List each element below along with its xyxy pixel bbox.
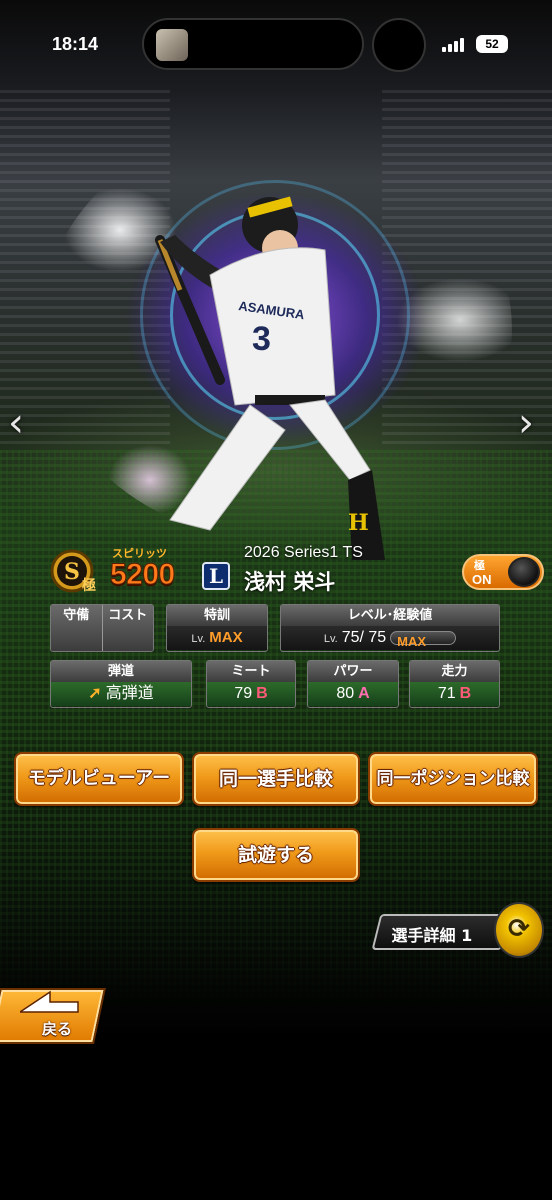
meet-label: ミート [207,661,295,682]
kiwami-state: ON [472,572,492,587]
training-lv: Lv. [191,633,206,645]
exp-value: MAX [397,633,427,649]
speed-stat: 走力 71 B [409,660,500,708]
rank-suffix: 極 [82,577,96,594]
training-value: MAX [209,629,243,646]
same-player-compare-button[interactable]: 同一選手比較 [192,752,360,806]
model-viewer-button[interactable]: モデルビューアー [14,752,184,806]
kiwami-label: 極 [474,559,485,572]
level-label: レベル･経験値 [281,605,499,626]
back-label: 戻る [42,1020,73,1038]
rank-letter: S [64,559,80,585]
power-value: 80 [336,685,355,702]
level-value: 75/ 75 [341,629,387,646]
training-stat: 特訓 Lv. MAX [166,604,268,652]
level-lv: Lv. [323,633,338,645]
dynamic-island [142,18,364,70]
level-stat: レベル･経験値 Lv. 75/ 75 MAX [280,604,500,652]
power-stat: パワー 80 A [307,660,399,708]
island-thumbnail [156,29,188,61]
speed-label: 走力 [410,661,499,682]
meet-grade: B [256,685,268,702]
swap-detail-button[interactable]: ⟳ [494,902,544,958]
training-label: 特訓 [167,605,267,626]
svg-text:3: 3 [252,320,271,358]
defense-label: 守備 [63,608,90,623]
try-out-button[interactable]: 試遊する [192,828,360,882]
meet-value: 79 [234,685,253,702]
player-name: 浅村 栄斗 [244,570,336,594]
defense-value: 二B [51,651,102,652]
back-arrow-icon [20,990,79,1013]
player-detail-label: 選手詳細 1 [391,926,473,945]
player-detail-tab[interactable]: 選手詳細 1 [371,914,511,950]
series-label: 2026 Series1 TS [244,544,363,561]
team-logo: L [202,562,230,590]
cost-value: 38 [102,651,154,652]
toggle-knob [508,557,540,587]
exp-bar: MAX [390,630,457,649]
status-time: 18:14 [52,34,99,54]
power-label: パワー [308,661,398,682]
player-figure: ASAMURA 3 H [155,196,385,560]
speed-value: 71 [437,685,456,702]
kiwami-toggle[interactable]: 極 ON [462,554,544,590]
island-camera [372,18,426,72]
speed-grade: B [459,685,472,702]
signal-icon [442,38,468,52]
meet-stat: ミート 79 B [206,660,296,708]
previous-player-arrow[interactable]: ‹ [8,400,24,446]
svg-text:H: H [348,510,369,536]
defense-stat: 守備 コスト 二B 38 [50,604,154,652]
next-player-arrow[interactable]: › [518,400,534,446]
spirits-value: 5200 [110,558,176,592]
refresh-icon: ⟳ [508,914,530,944]
cost-label: コスト [101,605,154,651]
power-grade: A [358,685,370,702]
trajectory-arrow-icon: ➚ [88,685,102,702]
player-legs [169,404,286,531]
trajectory-stat: 弾道 ➚ 高弾道 [50,660,192,708]
rank-badge-icon: S 極 [50,549,96,594]
same-position-compare-button[interactable]: 同一ポジション比較 [368,752,538,806]
trajectory-value: 高弾道 [105,685,154,702]
player-jersey [209,247,336,406]
trajectory-label: 弾道 [51,661,191,682]
battery-icon: 52 [476,35,508,53]
